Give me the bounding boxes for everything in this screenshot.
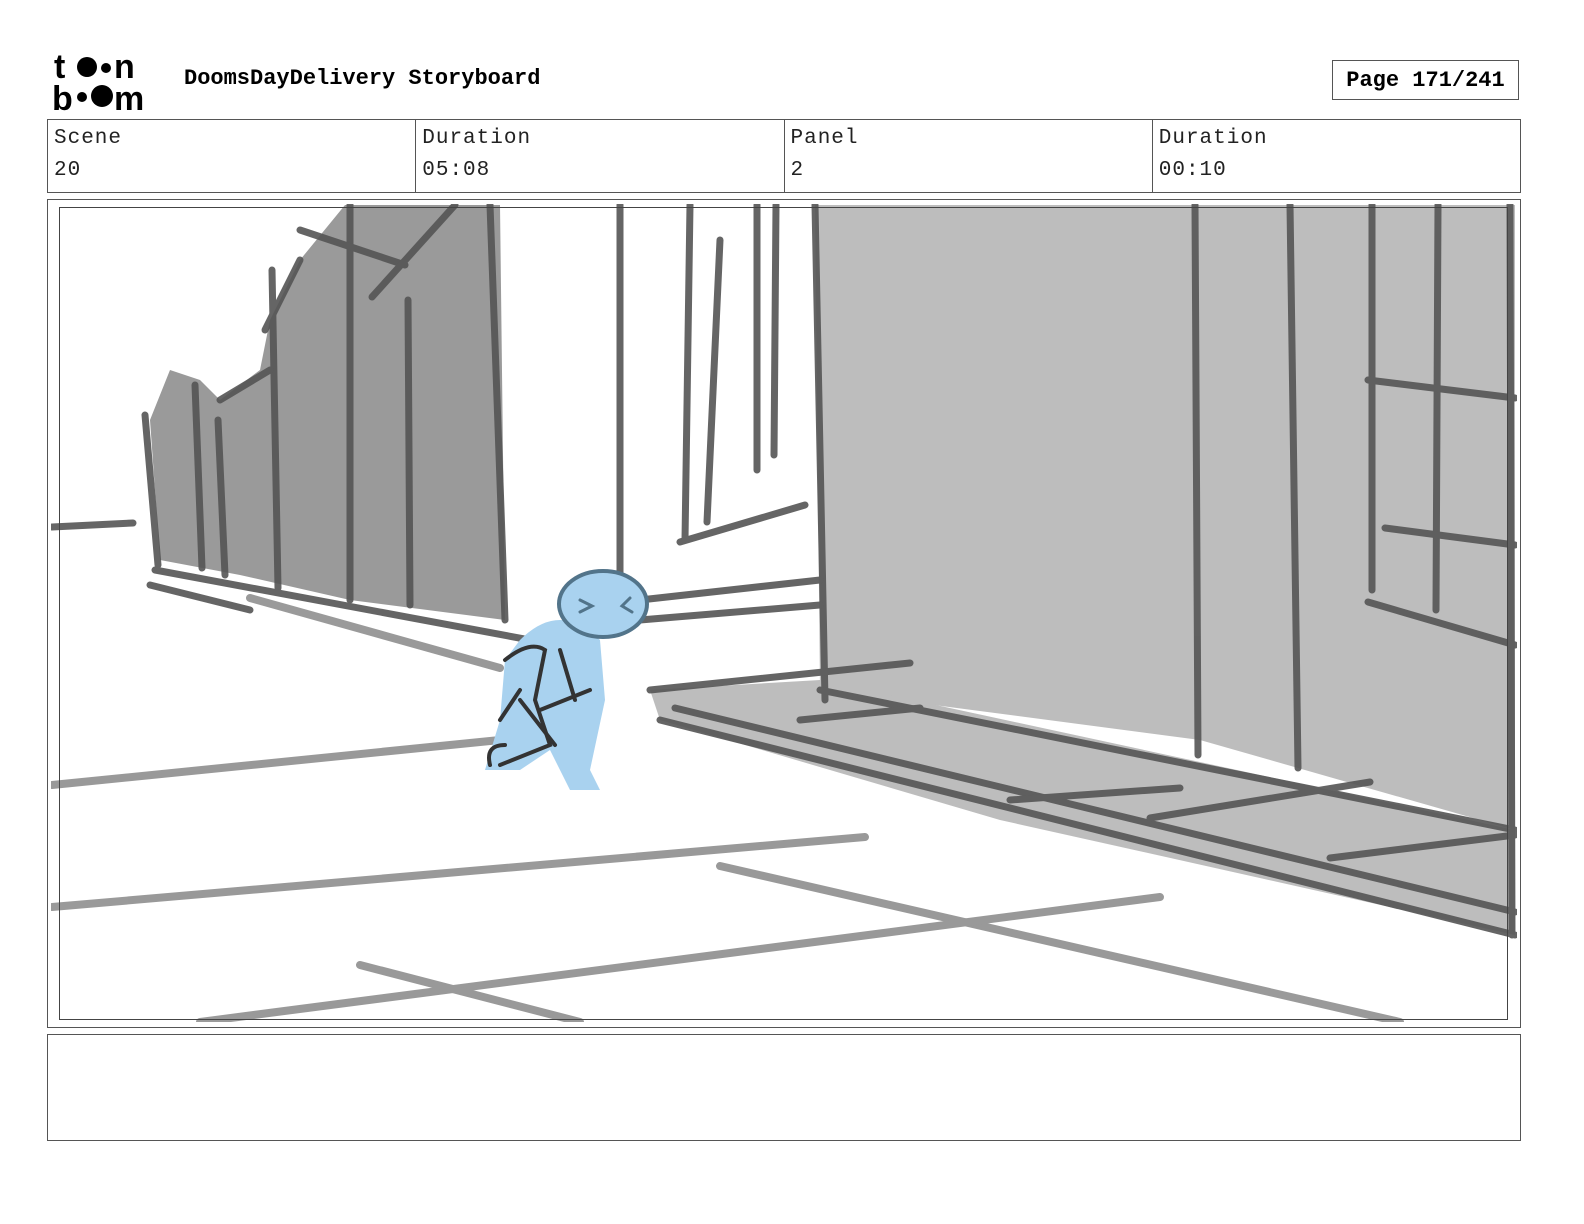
- panel-image-area: [59, 207, 1508, 1020]
- panel-notes: [47, 1034, 1521, 1141]
